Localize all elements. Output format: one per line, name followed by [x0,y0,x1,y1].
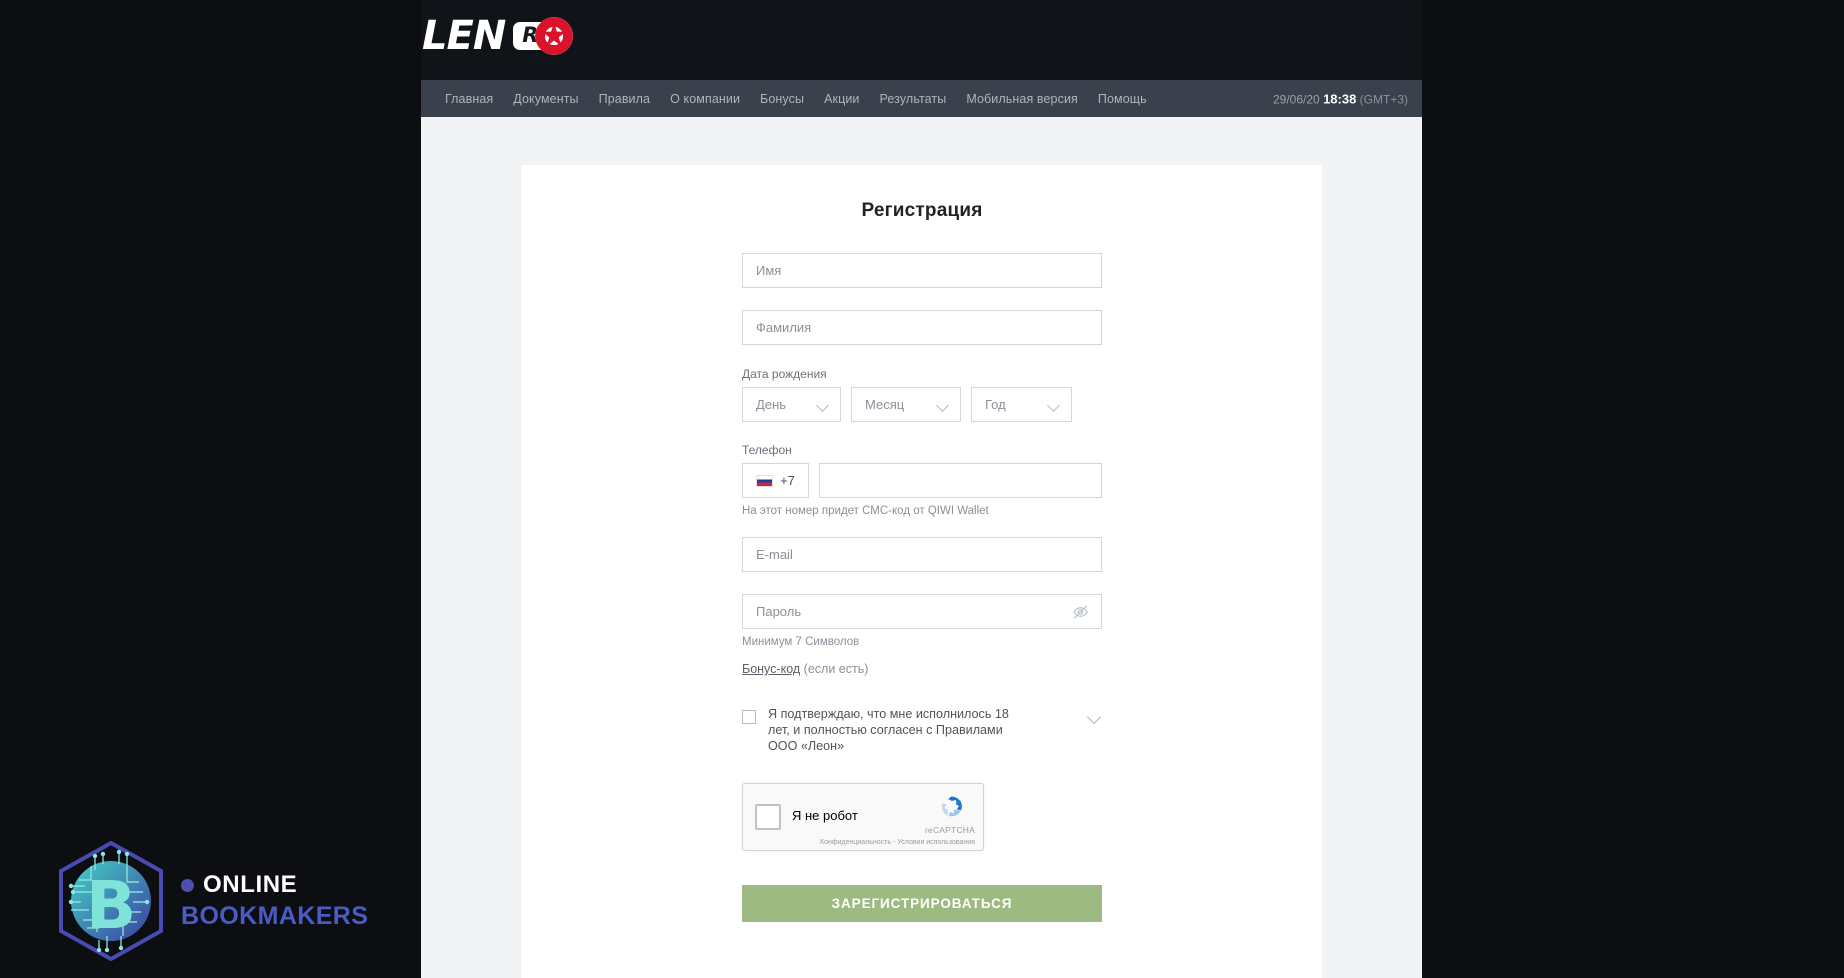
watermark-bookmakers-label: BOOKMAKERS [181,902,369,930]
dob-year-select[interactable]: Год [971,387,1072,422]
email-placeholder: E-mail [756,547,793,562]
watermark-line1: ONLINE [181,873,368,897]
nav-item-results[interactable]: Результаты [870,92,957,106]
main-navigation: Главная Документы Правила О компании Бон… [421,80,1422,117]
logo-star-icon [541,22,567,47]
logo-wordmark: LEN [422,13,573,59]
country-code-select[interactable]: +7 [742,463,809,498]
eye-off-icon[interactable] [1072,603,1089,620]
nav-item-rules[interactable]: Правила [589,92,660,106]
dob-month-select[interactable]: Месяц [851,387,961,422]
watermark-logo: B ONLINE BOOKMAKERS [55,840,368,962]
agreement-row: Я подтверждаю, что мне исполнилось 18 ле… [742,706,1102,754]
watermark-text: ONLINE BOOKMAKERS [181,873,368,929]
logo-ball-icon [535,17,573,55]
registration-form: Регистрация Имя Фамилия Дата рождения Де… [742,200,1102,923]
dob-row: День Месяц Год [742,387,1102,422]
logo-text: LEN [422,13,506,59]
bonus-code-line: Бонус-код (если есть) [742,662,1102,676]
nav-item-main[interactable]: Главная [435,92,503,106]
nav-item-help[interactable]: Помощь [1088,92,1157,106]
chevron-down-icon [937,399,949,411]
recaptcha-terms: Конфиденциальность - Условия использован… [820,839,975,846]
phone-row: +7 [742,463,1102,498]
watermark-online-label: ONLINE [203,871,298,898]
dob-day-value: День [756,397,786,412]
chevron-down-icon[interactable] [1088,709,1102,723]
phone-label: Телефон [742,443,792,457]
recaptcha-widget[interactable]: Я не робот reCAPTCHA Конфиденциальность … [742,783,984,852]
watermark-dot-icon [181,878,194,892]
site-logo[interactable]: LEN RU [422,13,573,59]
dob-label: Дата рождения [742,367,827,381]
bonus-code-suffix: (если есть) [803,662,869,676]
nav-item-bonuses[interactable]: Бонусы [750,92,814,106]
phone-hint: На этот номер придет СМС-код от QIWI Wal… [742,505,989,517]
nav-item-about[interactable]: О компании [660,92,750,106]
nav-item-promos[interactable]: Акции [814,92,869,106]
screen-root: LEN RU Главная Документы Правила О компа… [0,0,1844,978]
chevron-down-icon [1048,399,1060,411]
svg-text:B: B [86,867,136,944]
password-field[interactable]: Пароль [742,594,1102,629]
agreement-checkbox[interactable] [742,710,756,724]
dob-day-select[interactable]: День [742,387,841,422]
recaptcha-separator: - [893,839,896,847]
register-submit-button[interactable]: ЗАРЕГИСТРИРОВАТЬСЯ [742,885,1102,923]
recaptcha-brand: reCAPTCHA [925,825,975,836]
chevron-down-icon [817,399,829,411]
bonus-code-link[interactable]: Бонус-код [742,662,800,676]
phone-number-input[interactable] [819,463,1102,498]
recaptcha-privacy-link[interactable]: Конфиденциальность [820,839,891,846]
server-timezone: (GMT+3) [1359,92,1408,106]
first-name-field[interactable]: Имя [742,253,1102,288]
ru-flag-icon [756,474,774,487]
email-field[interactable]: E-mail [742,537,1102,572]
recaptcha-terms-link[interactable]: Условия использования [897,839,975,846]
nav-item-documents[interactable]: Документы [503,92,588,106]
country-code-value: +7 [780,473,795,488]
last-name-field[interactable]: Фамилия [742,310,1102,345]
first-name-placeholder: Имя [756,263,782,278]
page-title: Регистрация [861,200,983,221]
nav-items-list: Главная Документы Правила О компании Бон… [421,92,1157,106]
recaptcha-label: Я не робот [792,808,858,824]
watermark-hex-icon: B [55,840,167,962]
recaptcha-logo-icon [935,791,968,824]
password-hint: Минимум 7 Символов [742,636,860,648]
password-placeholder: Пароль [756,604,802,619]
dob-year-value: Год [985,397,1006,412]
nav-item-mobile-version[interactable]: Мобильная версия [956,92,1088,106]
agreement-text: Я подтверждаю, что мне исполнилось 18 ле… [768,707,1009,754]
last-name-placeholder: Фамилия [756,320,812,335]
dob-month-value: Месяц [865,397,905,412]
server-time: 18:38 [1323,91,1357,106]
recaptcha-checkbox[interactable] [755,804,781,831]
server-datetime: 29/06/20 18:38 (GMT+3) [1273,91,1408,106]
server-date: 29/06/20 [1273,92,1320,106]
